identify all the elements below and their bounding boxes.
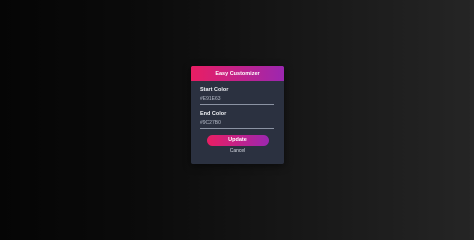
start-color-label: Start Color — [200, 87, 229, 93]
end-color-input[interactable] — [200, 119, 274, 129]
dialog-body: Start Color End Color Update Cancel — [191, 81, 284, 154]
cancel-link[interactable]: Cancel — [200, 148, 275, 154]
dialog-title: Easy Customizer — [215, 70, 260, 77]
start-color-input[interactable] — [200, 95, 274, 105]
update-button[interactable]: Update — [206, 135, 269, 146]
customizer-dialog: Easy Customizer Start Color End Color Up… — [191, 66, 284, 164]
dialog-header: Easy Customizer — [191, 66, 284, 81]
end-color-label: End Color — [200, 111, 227, 117]
